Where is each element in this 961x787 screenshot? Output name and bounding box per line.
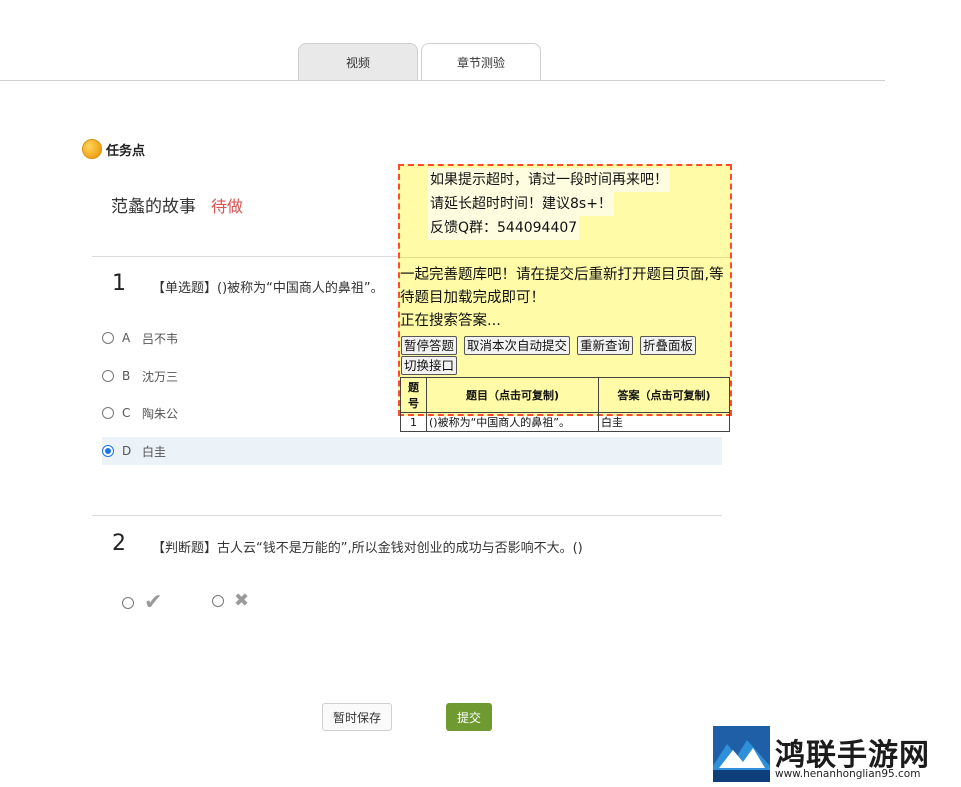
table-cell-answer[interactable]: 白圭 bbox=[598, 412, 730, 432]
table-row: 1 ()被称为“中国商人的鼻祖”。 白圭 bbox=[400, 412, 730, 432]
requery-button[interactable]: 重新查询 bbox=[577, 336, 634, 355]
option-letter: C bbox=[122, 406, 131, 420]
panel-note: 如果提示超时，请过一段时间再来吧！ bbox=[428, 168, 670, 192]
collapse-panel-button[interactable]: 折叠面板 bbox=[640, 336, 697, 355]
switch-api-button[interactable]: 切换接口 bbox=[401, 356, 458, 375]
option-text: 白圭 bbox=[142, 444, 167, 459]
panel-divider bbox=[400, 257, 730, 258]
option-letter: A bbox=[122, 331, 131, 345]
watermark-url: www.henanhonglian95.com bbox=[775, 768, 921, 780]
judge-false-option[interactable]: ✖ bbox=[212, 590, 249, 611]
option-text: 吕不韦 bbox=[142, 331, 179, 346]
table-header: 题目（点击可复制) bbox=[426, 377, 599, 413]
judge-true-option[interactable]: ✔ bbox=[122, 590, 162, 615]
option-letter: D bbox=[122, 444, 132, 458]
table-cell: 1 bbox=[400, 412, 427, 432]
panel-notes: 如果提示超时，请过一段时间再来吧！ 请延长超时时间！建议8s+！ 反馈Q群：54… bbox=[428, 168, 670, 240]
task-point: 任务点 bbox=[82, 139, 145, 159]
radio-a[interactable] bbox=[102, 332, 114, 344]
panel-message: 一起完善题库吧！请在提交后重新打开题目页面,等待题目加载完成即可！ 正在搜索答案… bbox=[400, 264, 730, 333]
page: 视频 章节测验 任务点 范蠡的故事 待做 1 【单选题】()被称为“中国商人的鼻… bbox=[0, 0, 961, 787]
table-cell-question[interactable]: ()被称为“中国商人的鼻祖”。 bbox=[426, 412, 599, 432]
cross-icon: ✖ bbox=[234, 590, 250, 611]
panel-message-text: 一起完善题库吧！请在提交后重新打开题目页面,等待题目加载完成即可！ bbox=[400, 267, 724, 306]
question-2-number: 2 bbox=[112, 531, 126, 556]
save-draft-button[interactable]: 暂时保存 bbox=[322, 703, 392, 731]
table-header: 题号 bbox=[400, 377, 427, 413]
radio-true[interactable] bbox=[122, 596, 134, 609]
quiz-title: 范蠡的故事 bbox=[111, 197, 196, 217]
question-1-number: 1 bbox=[112, 271, 126, 296]
option-letter: B bbox=[122, 369, 131, 383]
panel-status-text: 正在搜索答案... bbox=[400, 313, 501, 329]
answer-helper-panel: 如果提示超时，请过一段时间再来吧！ 请延长超时时间！建议8s+！ 反馈Q群：54… bbox=[398, 164, 732, 432]
answer-table: 题号 题目（点击可复制) 答案（点击可复制) 1 ()被称为“中国商人的鼻祖”。… bbox=[400, 377, 730, 432]
pause-answering-button[interactable]: 暂停答题 bbox=[401, 336, 458, 355]
watermark: 鸿联手游网 www.henanhonglian95.com bbox=[713, 726, 953, 782]
panel-buttons: 暂停答题 取消本次自动提交 重新查询 折叠面板切换接口 bbox=[401, 336, 731, 376]
cancel-auto-submit-button[interactable]: 取消本次自动提交 bbox=[464, 336, 571, 355]
tab-bar-divider bbox=[0, 80, 885, 81]
option-text: 沈万三 bbox=[142, 369, 179, 384]
task-point-icon bbox=[82, 139, 102, 159]
panel-note: 请延长超时时间！建议8s+！ bbox=[428, 192, 614, 216]
radio-b[interactable] bbox=[102, 370, 114, 382]
table-header-row: 题号 题目（点击可复制) 答案（点击可复制) bbox=[400, 377, 730, 413]
submit-button[interactable]: 提交 bbox=[446, 703, 492, 731]
option-text: 陶朱公 bbox=[142, 406, 179, 421]
radio-c[interactable] bbox=[102, 407, 114, 419]
watermark-logo-icon bbox=[713, 726, 770, 782]
tab-chapter-quiz[interactable]: 章节测验 bbox=[421, 43, 541, 81]
question-divider bbox=[92, 515, 722, 516]
quiz-title-row: 范蠡的故事 待做 bbox=[111, 192, 243, 217]
radio-false[interactable] bbox=[212, 594, 224, 607]
tab-video[interactable]: 视频 bbox=[298, 43, 418, 81]
radio-d[interactable] bbox=[102, 445, 114, 457]
task-point-label: 任务点 bbox=[106, 143, 146, 159]
question-1-text: 【单选题】()被称为“中国商人的鼻祖”。 bbox=[152, 281, 384, 296]
check-icon: ✔ bbox=[144, 590, 163, 615]
option-d[interactable]: D 白圭 bbox=[102, 437, 722, 465]
status-badge: 待做 bbox=[211, 197, 244, 216]
table-header: 答案（点击可复制) bbox=[598, 377, 730, 413]
question-2-text: 【判断题】古人云“钱不是万能的”,所以金钱对创业的成功与否影响不大。() bbox=[152, 541, 583, 556]
panel-note: 反馈Q群：544094407 bbox=[428, 216, 580, 240]
